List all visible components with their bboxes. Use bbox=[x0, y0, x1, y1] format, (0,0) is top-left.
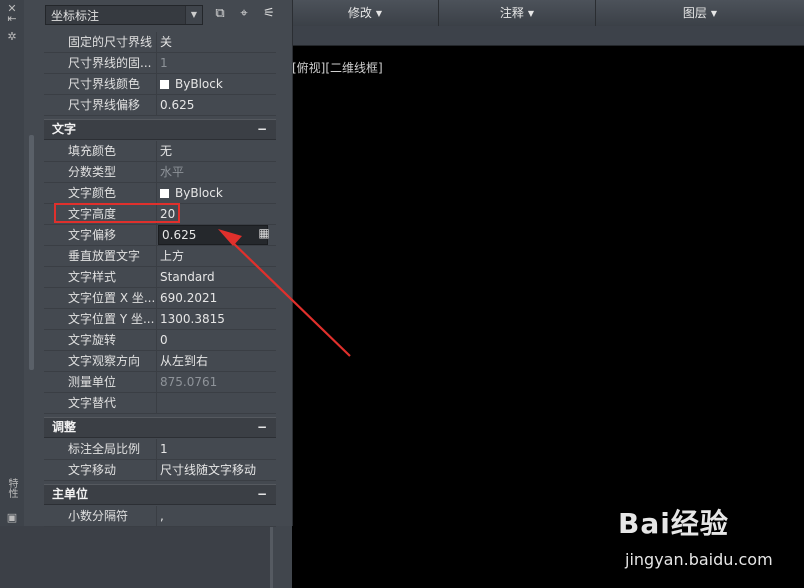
watermark-logo: Bai经验 bbox=[618, 507, 729, 540]
watermark-url: jingyan.baidu.com bbox=[625, 550, 773, 569]
annotation-arrow bbox=[218, 229, 351, 357]
